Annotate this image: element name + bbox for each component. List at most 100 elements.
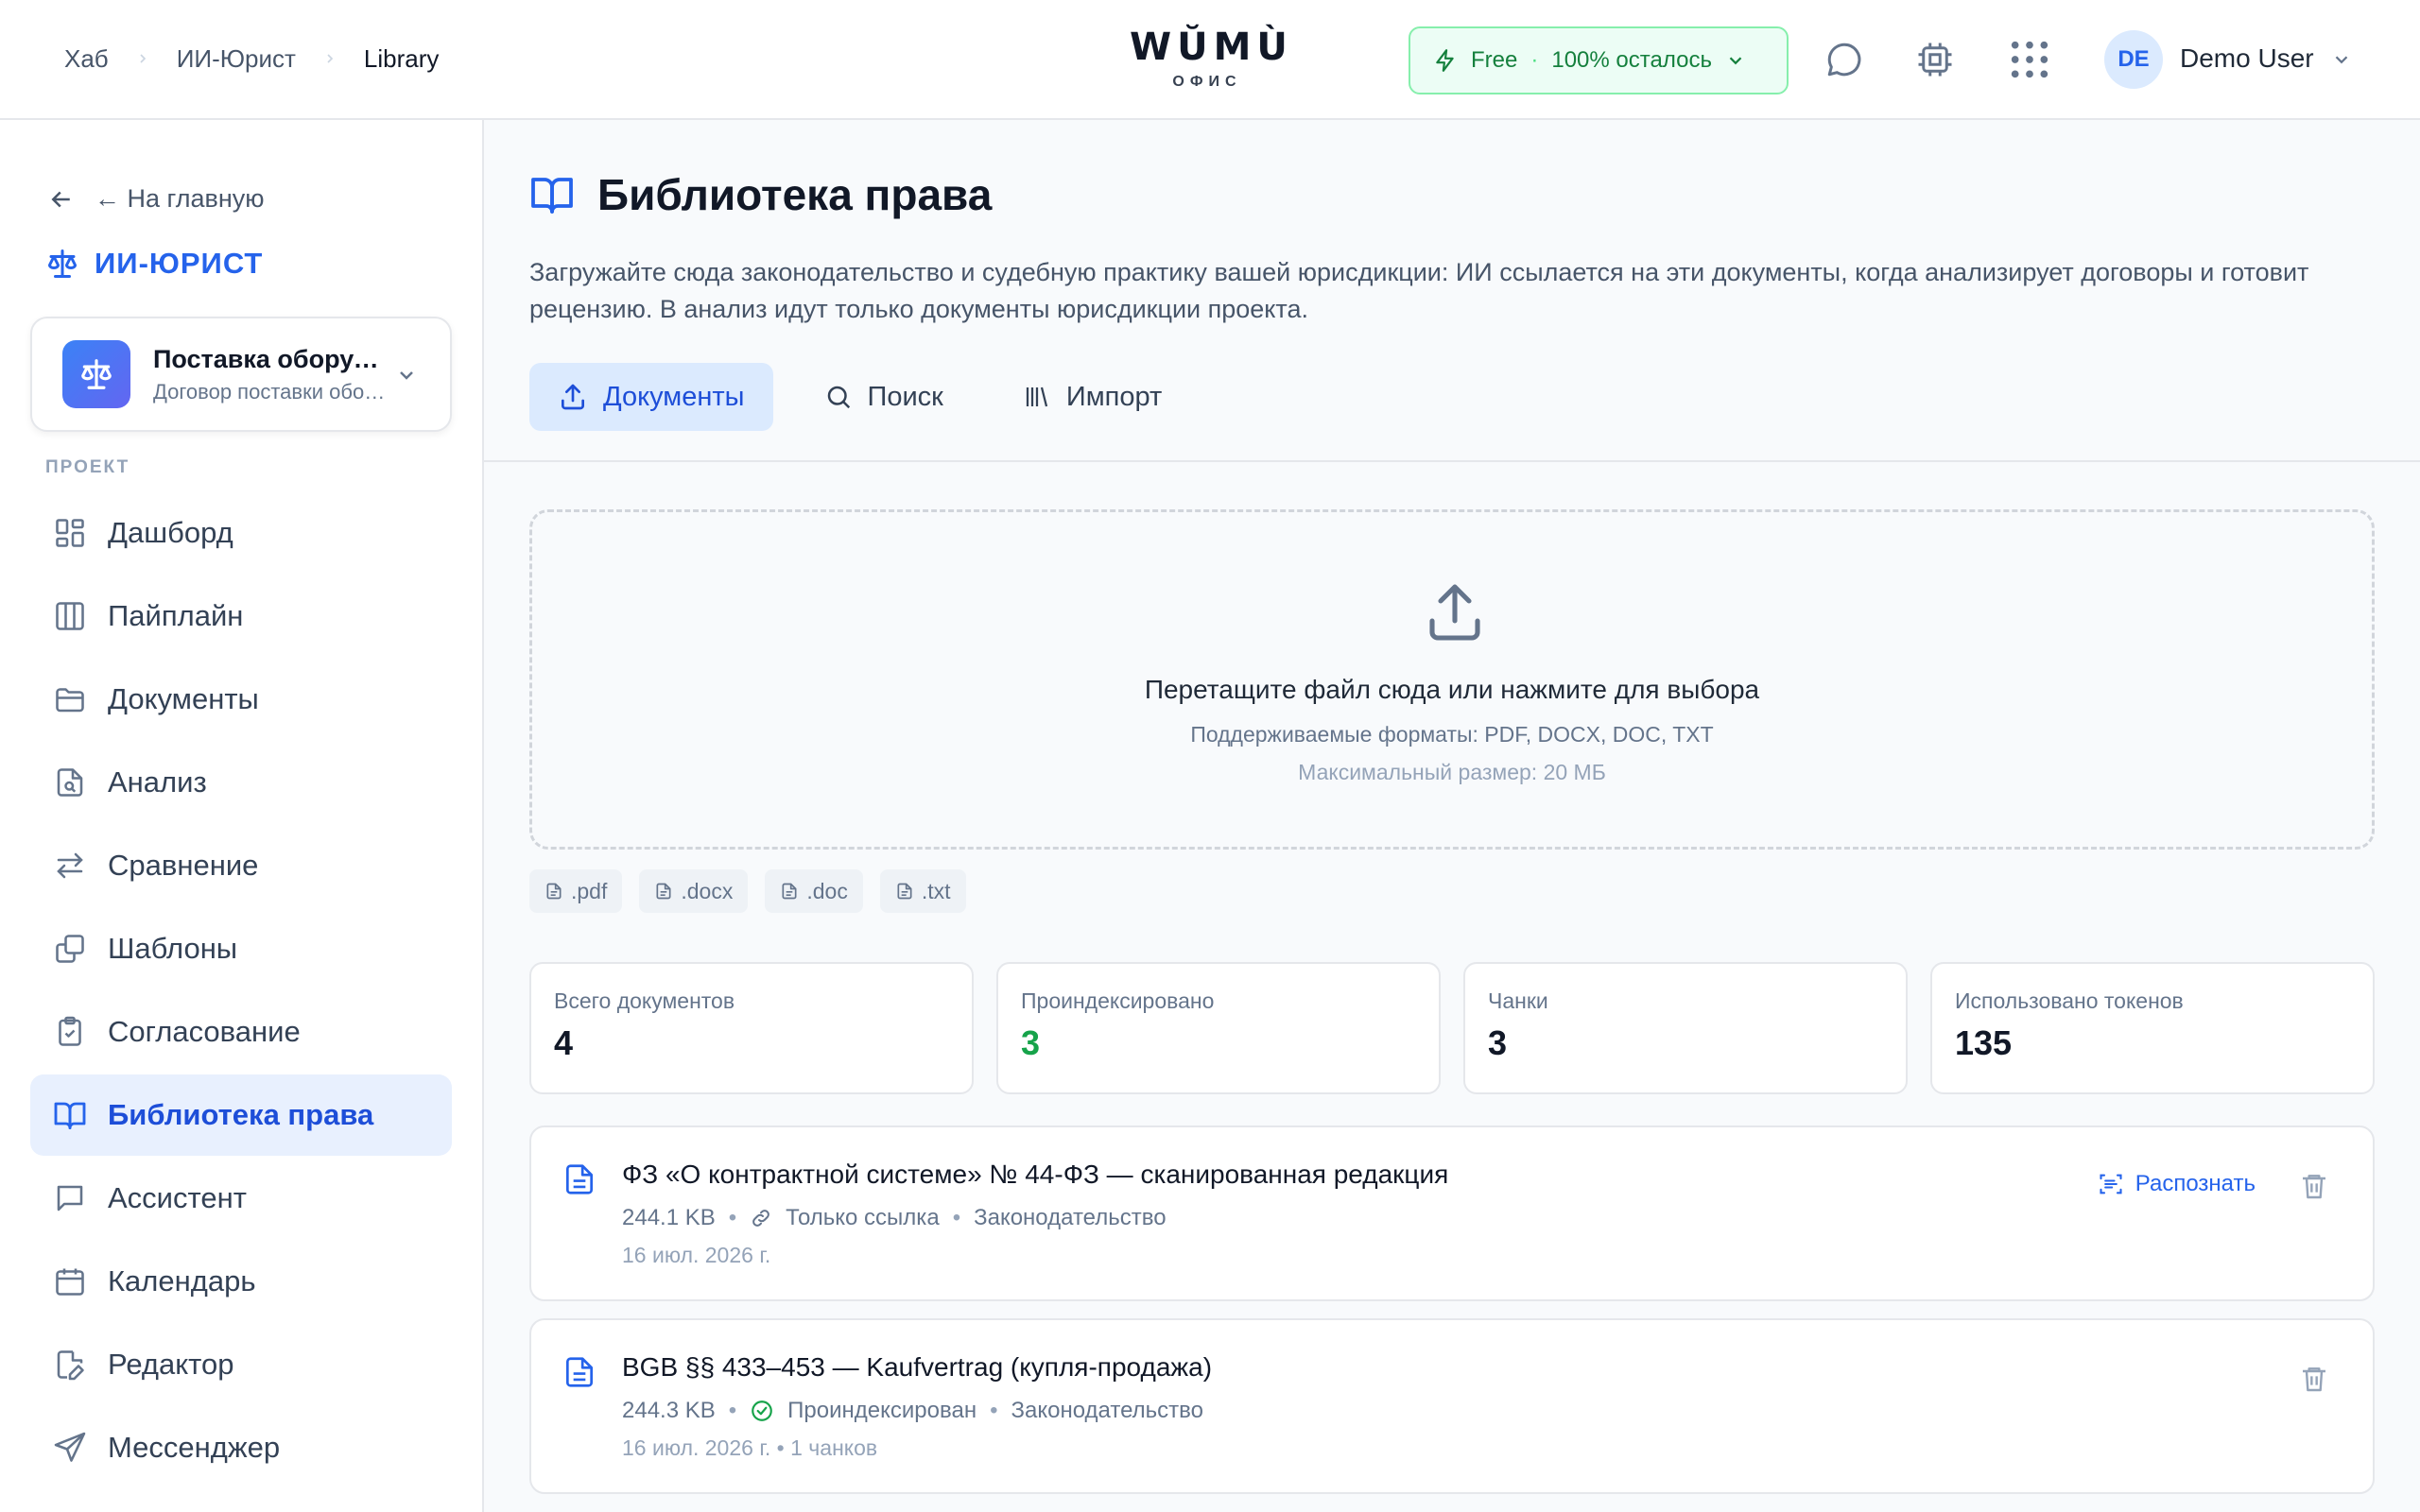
top-header: Хаб ИИ-Юрист Library WŬMÙ ОФИС Free · 10… <box>0 0 2420 120</box>
document-title: ФЗ «О контрактной системе» № 44-ФЗ — ска… <box>622 1160 1449 1189</box>
module-brand-label: ИИ-ЮРИСТ <box>95 247 264 280</box>
tab-bar: Документы Поиск Импорт <box>529 363 1190 431</box>
format-chip-label: .doc <box>806 878 848 903</box>
breadcrumb-hub[interactable]: Хаб <box>64 44 109 74</box>
format-chip-label: .pdf <box>571 878 608 903</box>
sidebar-item-calendar[interactable]: Календарь <box>30 1241 452 1322</box>
check-circle-icon <box>750 1399 774 1423</box>
file-icon <box>654 882 673 901</box>
document-title: BGB §§ 433–453 — Kaufvertrag (купля-прод… <box>622 1352 1213 1382</box>
sidebar-item-analysis[interactable]: Анализ <box>30 742 452 823</box>
format-chip: .txt <box>879 869 966 913</box>
document-card[interactable]: BGB §§ 433–453 — Kaufvertrag (купля-прод… <box>529 1318 2375 1494</box>
plan-usage-button[interactable]: Free · 100% осталось <box>1409 26 1789 94</box>
document-card[interactable]: ФЗ «О контрактной системе» № 44-ФЗ — ска… <box>529 1125 2375 1301</box>
tab-label: Импорт <box>1065 381 1163 412</box>
breadcrumb: Хаб ИИ-Юрист Library <box>64 42 439 76</box>
tab-search[interactable]: Поиск <box>796 363 972 431</box>
document-meta: 244.1 KB • Только ссылка • Законодательс… <box>622 1205 1167 1231</box>
logo-subtitle: ОФИС <box>1172 74 1242 90</box>
trash-icon[interactable] <box>2299 1364 2329 1394</box>
arrow-left-icon <box>47 185 76 214</box>
tab-import[interactable]: Импорт <box>994 363 1190 431</box>
sidebar-item-messenger[interactable]: Мессенджер <box>30 1407 452 1488</box>
sidebar-item-law-library[interactable]: Библиотека права <box>30 1074 452 1156</box>
sidebar-item-editor[interactable]: Редактор <box>30 1324 452 1405</box>
stat-value: 3 <box>1488 1023 1508 1062</box>
divider <box>484 460 2420 462</box>
sidebar-item-approval[interactable]: Согласование <box>30 991 452 1073</box>
copy-icon <box>53 932 87 966</box>
stat-label: Всего документов <box>554 988 735 1013</box>
file-dropzone[interactable]: Перетащите файл сюда или нажмите для выб… <box>529 509 2375 850</box>
sidebar-item-assistant[interactable]: Ассистент <box>30 1158 452 1239</box>
document-date: 16 июл. 2026 г. <box>622 1243 771 1267</box>
app-logo[interactable]: WŬMÙ ОФИС <box>1130 26 1293 91</box>
stat-card-total: Всего документов 4 <box>529 962 974 1094</box>
sidebar-item-pipeline[interactable]: Пайплайн <box>30 576 452 657</box>
stat-label: Проиндексировано <box>1021 988 1215 1013</box>
upload-icon <box>1421 578 1489 646</box>
file-search-icon <box>53 765 87 799</box>
sidebar-item-label: Сравнение <box>108 849 259 882</box>
sidebar-item-label: Шаблоны <box>108 932 238 965</box>
sidebar-item-documents[interactable]: Документы <box>30 659 452 740</box>
page-title-text: Библиотека права <box>597 170 993 219</box>
breadcrumb-ai-lawyer[interactable]: ИИ-Юрист <box>177 44 296 74</box>
logo-text: WŬMÙ <box>1130 26 1293 69</box>
stat-label: Использовано токенов <box>1955 988 2184 1013</box>
back-home-link[interactable]: ← На главную <box>47 184 265 214</box>
document-category: Законодательство <box>974 1205 1167 1230</box>
user-name[interactable]: Demo User <box>2180 43 2314 74</box>
chevron-down-icon[interactable] <box>2331 49 2352 70</box>
project-selector[interactable]: Поставка оборудования Договор поставки о… <box>30 317 452 432</box>
back-home-label: ← На главную <box>95 184 265 213</box>
recognize-label: Распознать <box>2135 1171 2256 1196</box>
link-icon <box>750 1207 772 1229</box>
page-title: Библиотека права <box>529 169 992 220</box>
main-content: Библиотека права Загружайте сюда законод… <box>484 120 2420 1512</box>
sidebar-item-compare[interactable]: Сравнение <box>30 825 452 906</box>
cpu-icon[interactable] <box>1913 38 1957 81</box>
search-icon <box>824 383 853 411</box>
format-chip: .doc <box>765 869 863 913</box>
document-size: 244.1 KB <box>622 1205 716 1230</box>
meta-separator: • <box>728 1398 737 1423</box>
section-label: ПРОЕКТ <box>45 457 130 477</box>
chevron-right-icon <box>135 51 150 66</box>
upload-icon <box>558 382 588 412</box>
breadcrumb-current: Library <box>363 43 440 73</box>
meta-separator: • <box>952 1205 961 1230</box>
chevron-right-icon <box>322 51 337 66</box>
file-icon <box>780 882 799 901</box>
arrows-swap-icon <box>53 849 87 883</box>
avatar[interactable]: DE <box>2104 30 2163 89</box>
document-category: Законодательство <box>1011 1398 1203 1423</box>
trash-icon[interactable] <box>2299 1171 2329 1201</box>
sidebar-item-dashboard[interactable]: Дашборд <box>30 492 452 574</box>
clipboard-check-icon <box>53 1015 87 1049</box>
plan-separator: · <box>1530 47 1539 73</box>
sidebar: ← На главную ИИ-ЮРИСТ Поставка оборудова… <box>0 120 484 1512</box>
dropzone-formats: Поддерживаемые форматы: PDF, DOCX, DOC, … <box>1190 722 1714 747</box>
file-text-icon <box>562 1161 597 1197</box>
stat-value: 3 <box>1021 1023 1041 1062</box>
sidebar-item-label: Анализ <box>108 765 207 799</box>
columns-icon <box>53 599 87 633</box>
recognize-button[interactable]: Распознать <box>2098 1171 2256 1197</box>
sidebar-item-label: Документы <box>108 682 259 715</box>
scan-text-icon <box>2098 1171 2124 1197</box>
scale-icon <box>45 247 79 281</box>
chat-icon[interactable] <box>1823 38 1866 81</box>
sidebar-item-label: Согласование <box>108 1015 301 1048</box>
stat-card-indexed: Проиндексировано 3 <box>996 962 1441 1094</box>
tab-documents[interactable]: Документы <box>529 363 773 431</box>
apps-grid-icon[interactable] <box>2008 38 2051 81</box>
module-brand: ИИ-ЮРИСТ <box>45 247 263 281</box>
send-icon <box>53 1431 87 1465</box>
format-chip: .docx <box>639 869 749 913</box>
sidebar-item-templates[interactable]: Шаблоны <box>30 908 452 989</box>
document-status: Проиндексирован <box>787 1398 977 1423</box>
format-chips: .pdf .docx .doc .txt <box>529 869 966 913</box>
file-icon <box>895 882 914 901</box>
